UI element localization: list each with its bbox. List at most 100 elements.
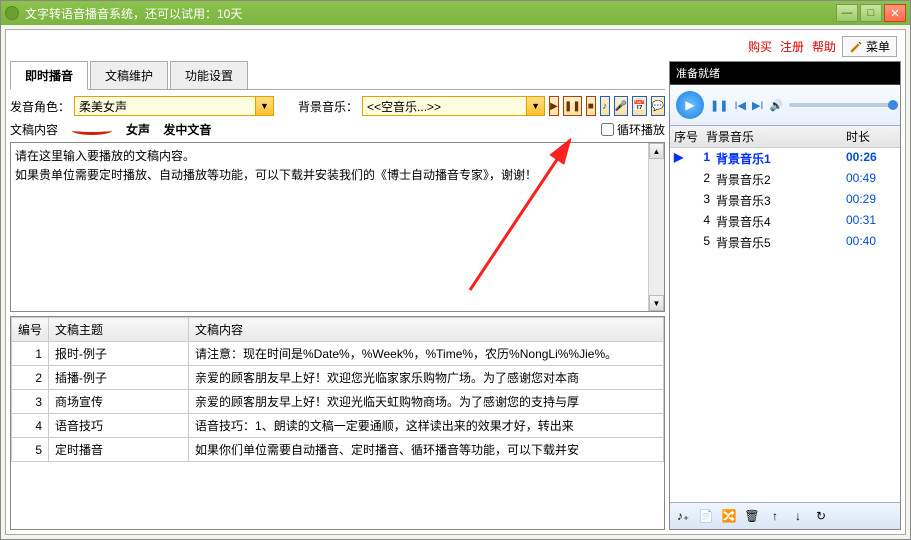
voice-row: 发音角色： ▼ 背景音乐： ▼ ▶ ❚❚ ■ ♪ xyxy=(10,94,665,118)
pl-move-down-button[interactable]: ↓ xyxy=(788,506,808,526)
buy-link[interactable]: 购买 xyxy=(748,38,772,55)
player-next-button[interactable]: ▶I xyxy=(752,99,764,112)
mic-button[interactable]: 🎤 xyxy=(614,96,628,116)
playlist-marker xyxy=(674,234,684,251)
content-textarea[interactable]: 请在这里输入要播放的文稿内容。 如果贵单位需要定时播放、自动播放等功能，可以下载… xyxy=(11,143,648,311)
playlist-row[interactable]: 5背景音乐500:40 xyxy=(670,232,900,253)
loop-label: 循环播放 xyxy=(617,121,665,138)
playlist-row[interactable]: ▶1背景音乐100:26 xyxy=(670,148,900,169)
help-link[interactable]: 帮助 xyxy=(812,38,836,55)
bgm-dropdown-button[interactable]: ▼ xyxy=(527,96,545,116)
playlist-dur: 00:26 xyxy=(846,150,896,167)
player-pause-button[interactable]: ❚❚ xyxy=(710,99,728,112)
playlist-row[interactable]: 4背景音乐400:31 xyxy=(670,211,900,232)
minimize-button[interactable]: — xyxy=(836,4,858,22)
playlist-marker: ▶ xyxy=(674,150,684,167)
col-content[interactable]: 文稿内容 xyxy=(189,318,664,342)
scroll-track[interactable] xyxy=(649,159,664,295)
left-panel: 即时播音 文稿维护 功能设置 发音角色： ▼ 背景音乐： ▼ xyxy=(10,61,665,530)
table-row[interactable]: 1报时-例子请注意：现在时间是%Date%，%Week%，%Time%，农历%N… xyxy=(12,342,664,366)
playlist-num: 3 xyxy=(684,192,716,209)
cell-content: 语音技巧：1、朗读的文稿一定要通顺，这样读出来的效果才好，转出来 xyxy=(189,414,664,438)
pl-col-dur[interactable]: 时长 xyxy=(846,128,896,145)
table-row[interactable]: 5定时播音如果你们单位需要自动播音、定时播音、循环播音等功能，可以下载并安 xyxy=(12,438,664,462)
voice-tag-lang: 发中文音 xyxy=(163,123,211,137)
close-button[interactable]: ✕ xyxy=(884,4,906,22)
playlist-marker xyxy=(674,213,684,230)
music-note-button[interactable]: ♪ xyxy=(600,96,610,116)
inner-panel: 购买 注册 帮助 菜单 即时播音 文稿维护 功能设置 发音角色： xyxy=(5,29,906,535)
loop-checkbox-wrap: 循环播放 xyxy=(601,121,665,138)
register-link[interactable]: 注册 xyxy=(780,38,804,55)
playlist-num: 5 xyxy=(684,234,716,251)
player-volume-icon[interactable]: 🔊 xyxy=(769,99,783,112)
playlist-num: 2 xyxy=(684,171,716,188)
calendar-button[interactable]: 📅 xyxy=(632,96,646,116)
playlist-name: 背景音乐4 xyxy=(716,213,846,230)
player-prev-button[interactable]: I◀ xyxy=(734,99,746,112)
bgm-input[interactable] xyxy=(362,96,527,116)
playlist-row[interactable]: 3背景音乐300:29 xyxy=(670,190,900,211)
table-row[interactable]: 2插播-例子亲爱的顾客朋友早上好！欢迎您光临家家乐购物广场。为了感谢您对本商 xyxy=(12,366,664,390)
script-table-wrap: 编号 文稿主题 文稿内容 1报时-例子请注意：现在时间是%Date%，%Week… xyxy=(10,316,665,530)
voice-info-row: 文稿内容 女声 发中文音 循环播放 xyxy=(10,118,665,140)
pl-add-file-button[interactable]: 📄 xyxy=(696,506,716,526)
playlist-toolbar: ♪₊ 📄 🔀 🗑 ↑ ↓ ↻ xyxy=(670,502,900,529)
maximize-button[interactable]: □ xyxy=(860,4,882,22)
lips-icon xyxy=(62,120,122,138)
cell-num: 1 xyxy=(12,342,49,366)
app-window: 文字转语音播音系统，还可以试用：10天 — □ ✕ 购买 注册 帮助 菜单 即时… xyxy=(0,0,911,540)
loop-checkbox[interactable] xyxy=(601,123,614,136)
pl-add-music-button[interactable]: ♪₊ xyxy=(673,506,693,526)
bgm-select: ▼ xyxy=(362,96,545,116)
textarea-scrollbar[interactable]: ▲ ▼ xyxy=(648,143,664,311)
voice-tag-gender: 女声 xyxy=(126,123,150,137)
col-num[interactable]: 编号 xyxy=(12,318,49,342)
app-icon xyxy=(5,6,19,20)
player-status: 准备就绪 xyxy=(670,62,900,85)
playlist-header: 序号 背景音乐 时长 xyxy=(670,126,900,148)
pencil-icon xyxy=(849,40,863,54)
cell-topic: 定时播音 xyxy=(49,438,189,462)
tab-script-maintain[interactable]: 文稿维护 xyxy=(90,61,168,90)
window-buttons: — □ ✕ xyxy=(836,4,906,22)
player-controls: ▶ ❚❚ I◀ ▶I 🔊 xyxy=(670,85,900,126)
cell-content: 亲爱的顾客朋友早上好！欢迎您光临家家乐购物广场。为了感谢您对本商 xyxy=(189,366,664,390)
main-split: 即时播音 文稿维护 功能设置 发音角色： ▼ 背景音乐： ▼ xyxy=(8,61,903,532)
voice-tags: 女声 发中文音 xyxy=(126,121,221,138)
pl-delete-button[interactable]: 🗑 xyxy=(742,506,762,526)
playlist-dur: 00:31 xyxy=(846,213,896,230)
cell-content: 请注意：现在时间是%Date%，%Week%，%Time%，农历%NongLi%… xyxy=(189,342,664,366)
chat-button[interactable]: 💬 xyxy=(651,96,665,116)
play-button[interactable]: ▶ xyxy=(549,96,559,116)
script-table: 编号 文稿主题 文稿内容 1报时-例子请注意：现在时间是%Date%，%Week… xyxy=(11,317,664,462)
scroll-up-button[interactable]: ▲ xyxy=(649,143,664,159)
pl-col-name[interactable]: 背景音乐 xyxy=(706,128,846,145)
voice-dropdown-button[interactable]: ▼ xyxy=(256,96,274,116)
cell-num: 5 xyxy=(12,438,49,462)
tab-settings[interactable]: 功能设置 xyxy=(170,61,248,90)
pause-button[interactable]: ❚❚ xyxy=(563,96,582,116)
playlist-row[interactable]: 2背景音乐200:49 xyxy=(670,169,900,190)
pl-move-up-button[interactable]: ↑ xyxy=(765,506,785,526)
content-area: 购买 注册 帮助 菜单 即时播音 文稿维护 功能设置 发音角色： xyxy=(1,25,910,539)
scroll-down-button[interactable]: ▼ xyxy=(649,295,664,311)
voice-input[interactable] xyxy=(74,96,256,116)
player-volume-slider[interactable] xyxy=(789,103,894,107)
col-topic[interactable]: 文稿主题 xyxy=(49,318,189,342)
stop-button[interactable]: ■ xyxy=(586,96,596,116)
pl-refresh-button[interactable]: ↻ xyxy=(811,506,831,526)
menu-button[interactable]: 菜单 xyxy=(842,36,897,57)
table-row[interactable]: 3商场宣传亲爱的顾客朋友早上好！欢迎光临天虹购物商场。为了感谢您的支持与厚 xyxy=(12,390,664,414)
pl-col-num[interactable]: 序号 xyxy=(674,128,706,145)
pl-shuffle-button[interactable]: 🔀 xyxy=(719,506,739,526)
tab-instant-broadcast[interactable]: 即时播音 xyxy=(10,61,88,90)
playlist-name: 背景音乐1 xyxy=(716,150,846,167)
content-label: 文稿内容 xyxy=(10,121,58,138)
playlist-dur: 00:29 xyxy=(846,192,896,209)
playlist-name: 背景音乐3 xyxy=(716,192,846,209)
player-play-button[interactable]: ▶ xyxy=(676,91,704,119)
voice-select: ▼ xyxy=(74,96,274,116)
table-row[interactable]: 4语音技巧语音技巧：1、朗读的文稿一定要通顺，这样读出来的效果才好，转出来 xyxy=(12,414,664,438)
player-panel: 准备就绪 ▶ ❚❚ I◀ ▶I 🔊 序号 背景音乐 时长 xyxy=(669,61,901,530)
